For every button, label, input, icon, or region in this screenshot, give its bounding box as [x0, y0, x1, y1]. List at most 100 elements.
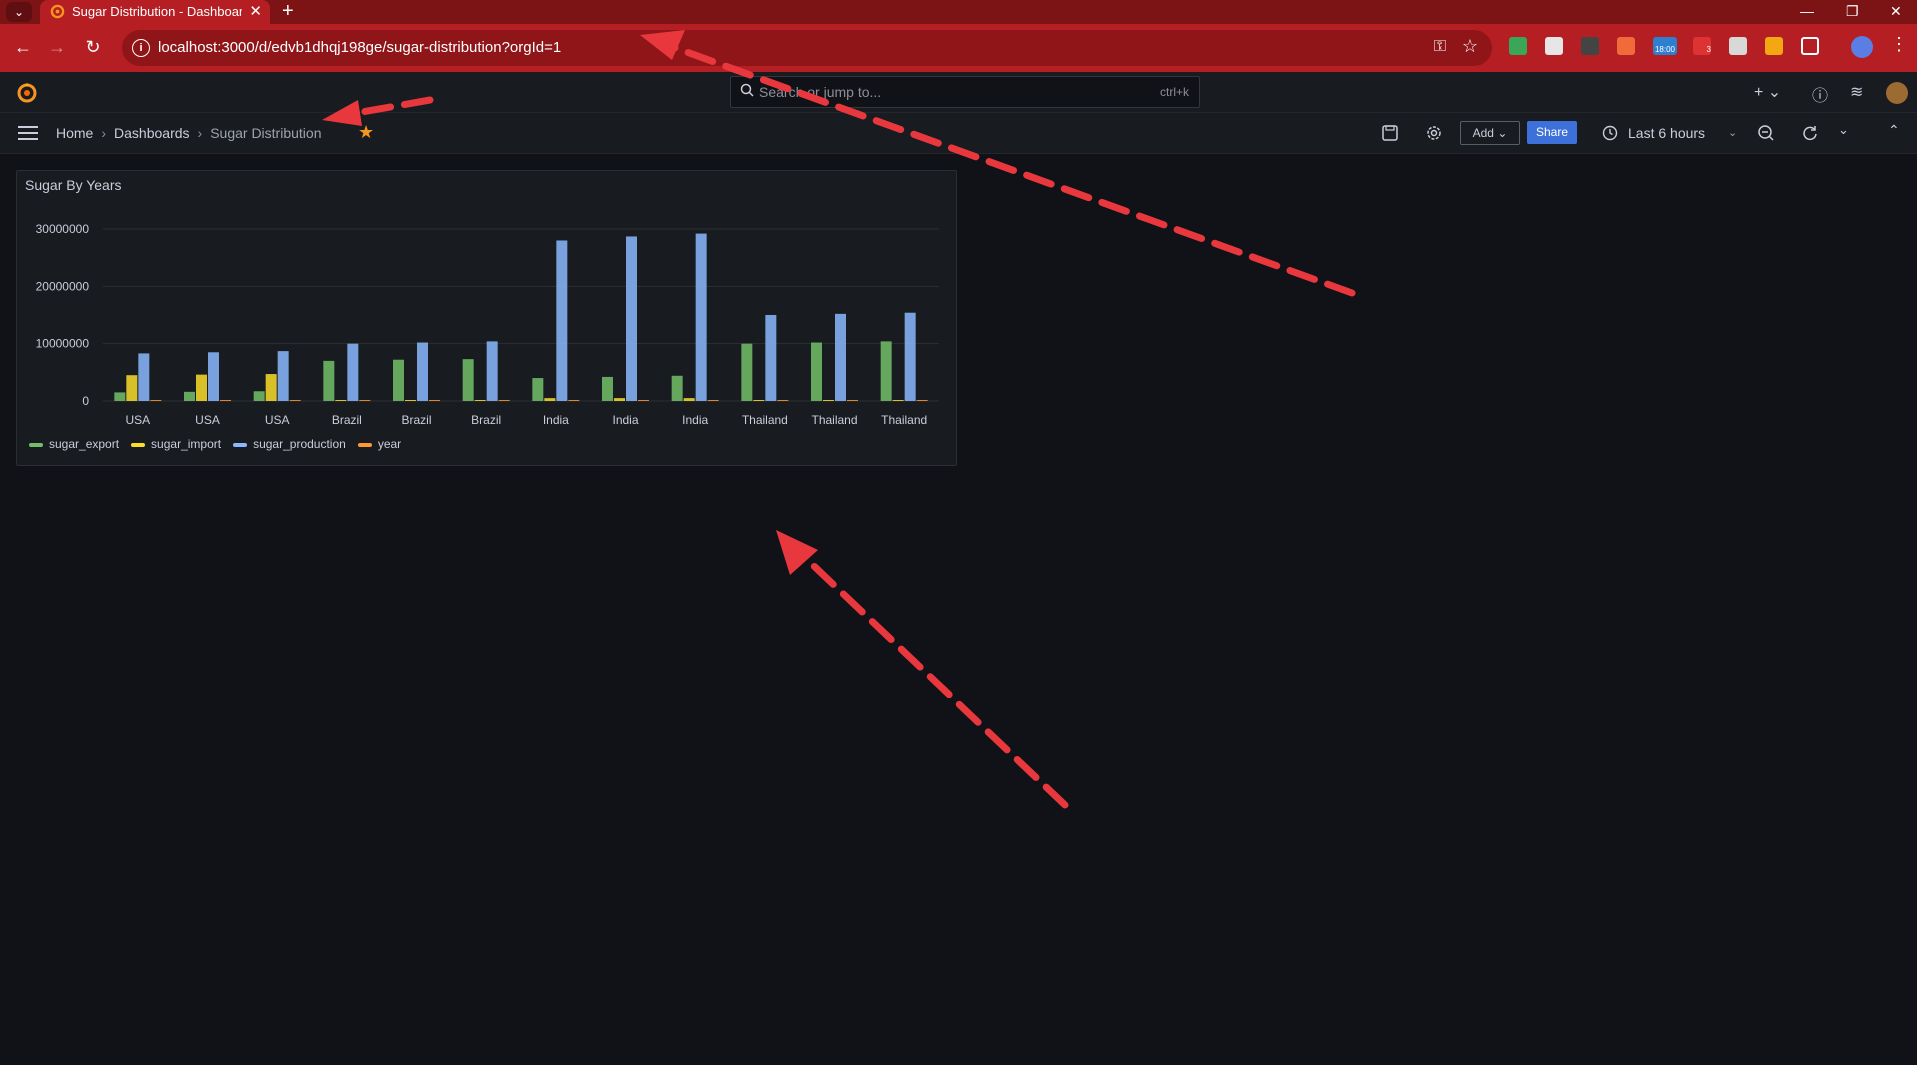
bar-sugar_export[interactable]: [532, 378, 544, 401]
bar-sugar_production[interactable]: [486, 341, 498, 401]
bar-sugar_import[interactable]: [405, 400, 416, 401]
legend-item-sugar_import[interactable]: sugar_import: [131, 437, 221, 451]
bar-sugar_production[interactable]: [208, 352, 219, 401]
bar-sugar_export[interactable]: [602, 376, 613, 401]
legend-item-sugar_production[interactable]: sugar_production: [233, 437, 346, 451]
chart-panel[interactable]: Sugar By Years 30000000 20000000 10000000 0…: [16, 170, 957, 466]
bar-year[interactable]: [847, 400, 858, 401]
bar-sugar_import[interactable]: [683, 398, 695, 401]
new-plus-icon[interactable]: + ⌄: [1754, 82, 1781, 102]
browser-tab-active[interactable]: Sugar Distribution - Dashboards - Grafan…: [40, 0, 270, 24]
bar-sugar_import[interactable]: [126, 375, 138, 401]
time-range-picker[interactable]: Last 6 hours ⌄: [1602, 121, 1742, 145]
bar-sugar_production[interactable]: [347, 343, 359, 401]
bar-sugar_production[interactable]: [765, 315, 777, 401]
new-tab-button[interactable]: +: [282, 0, 294, 22]
restore-button[interactable]: ❐: [1846, 0, 1859, 24]
extension-clock-icon[interactable]: 18:00: [1653, 37, 1677, 55]
address-bar[interactable]: i localhost:3000/d/edvb1dhqj198ge/sugar-…: [122, 30, 1492, 66]
bar-year[interactable]: [429, 400, 440, 401]
tab-close-icon[interactable]: ✕: [249, 2, 262, 20]
bar-sugar_import[interactable]: [753, 400, 765, 401]
search-input[interactable]: Search or jump to... ctrl+k: [730, 76, 1200, 108]
bar-sugar_import[interactable]: [544, 398, 556, 401]
legend-item-year[interactable]: year: [357, 437, 401, 451]
breadcrumb-current: Sugar Distribution: [210, 125, 322, 141]
news-rss-icon[interactable]: ≋: [1850, 82, 1863, 102]
bar-year[interactable]: [220, 400, 231, 401]
tab-search-button[interactable]: ⌄: [6, 2, 32, 22]
bar-sugar_export[interactable]: [671, 375, 683, 401]
bar-year[interactable]: [498, 400, 510, 401]
bar-year[interactable]: [707, 400, 719, 401]
bar-year[interactable]: [289, 400, 301, 401]
extension-1-icon[interactable]: [1509, 37, 1527, 55]
bar-sugar_export[interactable]: [253, 391, 265, 401]
bar-year[interactable]: [359, 400, 371, 401]
bar-sugar_import[interactable]: [614, 398, 625, 401]
bar-sugar_import[interactable]: [196, 374, 207, 401]
reload-icon[interactable]: ↻: [82, 36, 104, 58]
refresh-interval-chevron-icon[interactable]: ⌄: [1838, 122, 1849, 138]
bar-sugar_production[interactable]: [835, 313, 846, 401]
breadcrumb-home[interactable]: Home: [56, 125, 93, 141]
bar-sugar_production[interactable]: [417, 342, 428, 401]
bar-sugar_export[interactable]: [114, 392, 126, 401]
bar-sugar_import[interactable]: [474, 400, 486, 401]
bar-sugar_import[interactable]: [892, 400, 904, 401]
bar-sugar_production[interactable]: [695, 233, 707, 401]
bar-sugar_import[interactable]: [335, 400, 347, 401]
site-info-icon[interactable]: i: [132, 39, 150, 57]
bookmark-star-icon[interactable]: ☆: [1462, 36, 1478, 57]
bar-sugar_import[interactable]: [823, 400, 834, 401]
bar-sugar_export[interactable]: [811, 342, 822, 401]
bar-sugar_production[interactable]: [277, 351, 289, 401]
bar-year[interactable]: [638, 400, 649, 401]
menu-hamburger-icon[interactable]: [18, 126, 38, 140]
forward-arrow-icon[interactable]: →: [46, 36, 68, 58]
password-key-icon[interactable]: ⚿: [1434, 38, 1446, 56]
bar-sugar_production[interactable]: [626, 236, 637, 401]
add-button[interactable]: Add ⌄: [1460, 121, 1520, 145]
back-arrow-icon[interactable]: ←: [12, 36, 34, 58]
bar-sugar_production[interactable]: [556, 240, 568, 401]
bar-year[interactable]: [777, 400, 789, 401]
extensions-puzzle-icon[interactable]: [1801, 37, 1819, 55]
window-close-button[interactable]: ✕: [1890, 0, 1902, 24]
extension-7-icon[interactable]: [1765, 37, 1783, 55]
grafana-logo-icon[interactable]: [16, 82, 38, 104]
refresh-icon[interactable]: [1800, 123, 1820, 143]
bar-sugar_export[interactable]: [393, 359, 404, 401]
favorite-star-icon[interactable]: ★: [358, 122, 374, 143]
help-icon[interactable]: ⓘ: [1812, 82, 1828, 106]
extension-2-icon[interactable]: [1545, 37, 1563, 55]
bar-sugar_export[interactable]: [741, 343, 753, 401]
save-icon[interactable]: [1380, 123, 1400, 143]
bar-sugar_export[interactable]: [462, 359, 474, 401]
bar-sugar_export[interactable]: [184, 391, 195, 401]
user-avatar[interactable]: [1886, 82, 1908, 104]
extension-3-icon[interactable]: [1581, 37, 1599, 55]
bar-year[interactable]: [150, 400, 162, 401]
legend-swatch: [29, 442, 43, 447]
browser-menu-icon[interactable]: ⋮: [1890, 34, 1908, 55]
extension-6-icon[interactable]: [1729, 37, 1747, 55]
legend-item-sugar_export[interactable]: sugar_export: [29, 437, 119, 451]
settings-gear-icon[interactable]: [1424, 123, 1444, 143]
bar-sugar_import[interactable]: [265, 374, 277, 401]
zoom-out-icon[interactable]: [1756, 123, 1776, 143]
minimize-button[interactable]: —: [1800, 0, 1814, 24]
bar-sugar_production[interactable]: [904, 312, 916, 401]
extension-4-icon[interactable]: [1617, 37, 1635, 55]
extension-notify-icon[interactable]: 3: [1693, 37, 1711, 55]
browser-profile-avatar[interactable]: [1851, 36, 1873, 58]
share-button[interactable]: Share: [1527, 121, 1577, 144]
bar-year[interactable]: [916, 400, 928, 401]
bar-sugar_export[interactable]: [323, 360, 335, 401]
breadcrumb-dashboards[interactable]: Dashboards: [114, 125, 190, 141]
bar-sugar_export[interactable]: [880, 341, 892, 401]
url-text[interactable]: localhost:3000/d/edvb1dhqj198ge/sugar-di…: [158, 39, 561, 56]
bar-sugar_production[interactable]: [138, 353, 150, 401]
bar-year[interactable]: [568, 400, 580, 401]
collapse-chevron-up-icon[interactable]: ⌃: [1888, 122, 1900, 139]
